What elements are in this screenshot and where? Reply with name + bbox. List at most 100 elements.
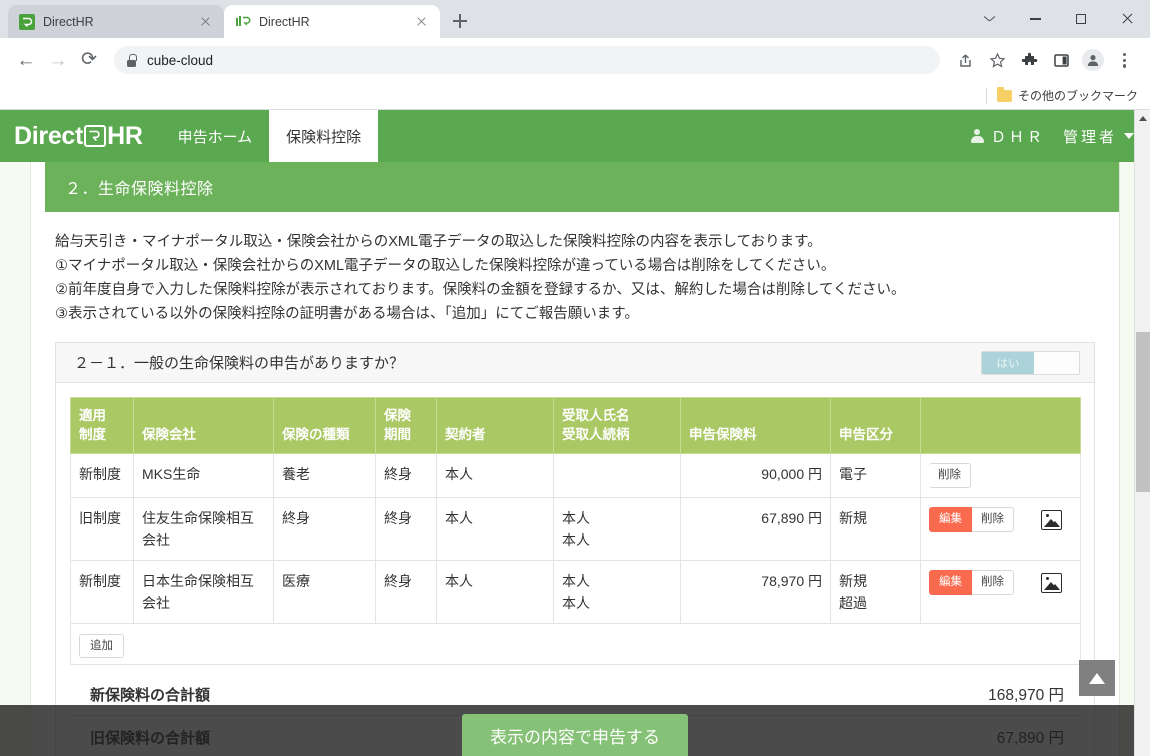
cell-actions: 編集 削除 — [920, 560, 1081, 624]
scroll-to-top-button[interactable] — [1079, 660, 1115, 696]
toggle-off-area — [1034, 351, 1079, 374]
insurance-table: 適用 制度 保険会社 保険の種類 保険 期間 契約者 受取人氏名 受取人続柄 申… — [70, 397, 1081, 665]
other-bookmarks-label[interactable]: その他のブックマーク — [1018, 87, 1138, 104]
address-bar[interactable]: cube-cloud — [114, 46, 940, 74]
share-icon[interactable] — [950, 45, 980, 75]
col-header-actions — [920, 397, 1081, 454]
scrollbar-thumb[interactable] — [1136, 332, 1150, 492]
close-window-button[interactable] — [1104, 0, 1150, 38]
intro-line-4: ③表示されている以外の保険料控除の証明書がある場合は、「追加」にてご報告願います… — [55, 306, 639, 322]
image-attachment-icon[interactable] — [1041, 572, 1062, 593]
browser-toolbar: cube-cloud — [0, 38, 1150, 82]
delete-button[interactable]: 削除 — [972, 507, 1014, 532]
table-row: 旧制度 住友生命保険相互 会社 終身 終身 本人 本人本人 67,890 円 — [70, 497, 1081, 561]
cell-actions: 削除 — [920, 453, 1081, 498]
user-info[interactable]: ＤＨＲ — [970, 126, 1045, 147]
add-button[interactable]: 追加 — [79, 634, 124, 658]
cell-premium: 78,970 円 — [680, 560, 831, 624]
profile-avatar[interactable] — [1078, 45, 1108, 75]
directhr-favicon — [234, 13, 251, 30]
cell-system: 新制度 — [70, 560, 134, 624]
cell-company: MKS生命 — [133, 453, 274, 498]
address-bar-url: cube-cloud — [147, 52, 214, 68]
subsection-header: ２－１．一般の生命保険料の申告がありますか？ はい — [56, 343, 1094, 383]
subsection-2-1: ２－１．一般の生命保険料の申告がありますか？ はい 適用 制度 保険会社 保険の… — [55, 342, 1095, 756]
cell-system: 新制度 — [70, 453, 134, 498]
forward-button[interactable] — [42, 45, 72, 75]
row-1-buttons: 削除 — [929, 463, 971, 488]
content-panel: ２．生命保険料控除 給与天引き・マイナポータル取込・保険会社からのXML電子デー… — [30, 162, 1120, 756]
cell-period: 終身 — [375, 453, 437, 498]
bottom-action-bar: 表示の内容で申告する — [0, 705, 1150, 756]
row-2-buttons: 編集 削除 — [929, 507, 1014, 532]
col-header-category: 申告区分 — [830, 397, 921, 454]
cell-company: 日本生命保険相互 会社 — [133, 560, 274, 624]
edit-button[interactable]: 編集 — [929, 570, 972, 595]
close-icon[interactable] — [197, 13, 214, 30]
nav-tab-home[interactable]: 申告ホーム — [161, 110, 270, 162]
subsection-title: ２－１．一般の生命保険料の申告がありますか？ — [74, 355, 405, 372]
cell-contractor: 本人 — [436, 497, 554, 561]
browser-titlebar: DirectHR DirectHR — [0, 0, 1150, 38]
cell-category: 電子 — [830, 453, 921, 498]
app-logo[interactable]: Direct HR — [14, 110, 161, 162]
cell-premium: 67,890 円 — [680, 497, 831, 561]
intro-line-2: ①マイナポータル取込・保険会社からのXML電子データの取込した保険料控除が違って… — [55, 258, 836, 274]
browser-menu-icon[interactable] — [1110, 45, 1140, 75]
chevron-down-icon[interactable] — [966, 0, 1012, 38]
cell-contractor: 本人 — [436, 560, 554, 624]
toggle-on-label: はい — [982, 351, 1034, 374]
insurance-table-area: 適用 制度 保険会社 保険の種類 保険 期間 契約者 受取人氏名 受取人続柄 申… — [56, 383, 1094, 665]
scrollbar-up-arrow[interactable] — [1135, 110, 1150, 127]
total-value: 168,970 円 — [988, 687, 1064, 704]
maximize-button[interactable] — [1058, 0, 1104, 38]
col-header-period: 保険 期間 — [375, 397, 437, 454]
bookmark-star-icon[interactable] — [982, 45, 1012, 75]
table-header-row: 適用 制度 保険会社 保険の種類 保険 期間 契約者 受取人氏名 受取人続柄 申… — [70, 397, 1081, 454]
page-scrollbar[interactable] — [1134, 110, 1150, 756]
lock-icon — [126, 54, 137, 67]
sidepanel-icon[interactable] — [1046, 45, 1076, 75]
close-icon[interactable] — [413, 13, 430, 30]
section-banner: ２．生命保険料控除 — [45, 162, 1119, 212]
page-body: ２．生命保険料控除 給与天引き・マイナポータル取込・保険会社からのXML電子デー… — [0, 162, 1150, 756]
reload-button[interactable] — [74, 45, 104, 75]
yes-no-toggle[interactable]: はい — [981, 350, 1080, 375]
delete-button[interactable]: 削除 — [929, 463, 971, 488]
image-attachment-icon[interactable] — [1041, 509, 1062, 530]
intro-text-block: 給与天引き・マイナポータル取込・保険会社からのXML電子データの取込した保険料控… — [31, 212, 1119, 332]
person-icon — [970, 128, 984, 144]
cell-contractor: 本人 — [436, 453, 554, 498]
user-name: ＤＨＲ — [990, 128, 1045, 146]
app-nav-tabs: 申告ホーム 保険料控除 — [161, 110, 379, 162]
nav-tab-insurance-deduction[interactable]: 保険料控除 — [269, 110, 379, 162]
cell-category: 新規 超過 — [830, 560, 921, 624]
cell-company: 住友生命保険相互 会社 — [133, 497, 274, 561]
browser-tab-2[interactable]: DirectHR — [224, 5, 440, 38]
cell-beneficiary — [553, 453, 681, 498]
page-viewport: Direct HR 申告ホーム 保険料控除 ＤＨＲ 管理者 ２．生命保険料控除 — [0, 110, 1150, 756]
cell-beneficiary: 本人 本人 — [553, 560, 681, 624]
divider — [985, 87, 987, 104]
window-controls — [966, 0, 1150, 38]
col-header-beneficiary: 受取人氏名 受取人続柄 — [553, 397, 681, 454]
col-header-contractor: 契約者 — [436, 397, 554, 454]
role-menu[interactable]: 管理者 — [1063, 126, 1134, 147]
new-tab-button[interactable] — [446, 7, 474, 35]
submit-declaration-button[interactable]: 表示の内容で申告する — [462, 714, 688, 756]
minimize-button[interactable] — [1012, 0, 1058, 38]
back-button[interactable] — [10, 45, 40, 75]
folder-icon — [996, 87, 1012, 102]
edit-button[interactable]: 編集 — [929, 507, 972, 532]
delete-button[interactable]: 削除 — [972, 570, 1014, 595]
browser-tab-1[interactable]: DirectHR — [8, 5, 224, 38]
cell-category: 新規 — [830, 497, 921, 561]
extensions-icon[interactable] — [1014, 45, 1044, 75]
cell-system: 旧制度 — [70, 497, 134, 561]
col-header-premium: 申告保険料 — [680, 397, 831, 454]
row-3-buttons: 編集 削除 — [929, 570, 1014, 595]
table-add-row: 追加 — [70, 623, 1081, 665]
role-label: 管理者 — [1062, 128, 1117, 146]
col-header-system: 適用 制度 — [70, 397, 134, 454]
cell-period: 終身 — [375, 497, 437, 561]
